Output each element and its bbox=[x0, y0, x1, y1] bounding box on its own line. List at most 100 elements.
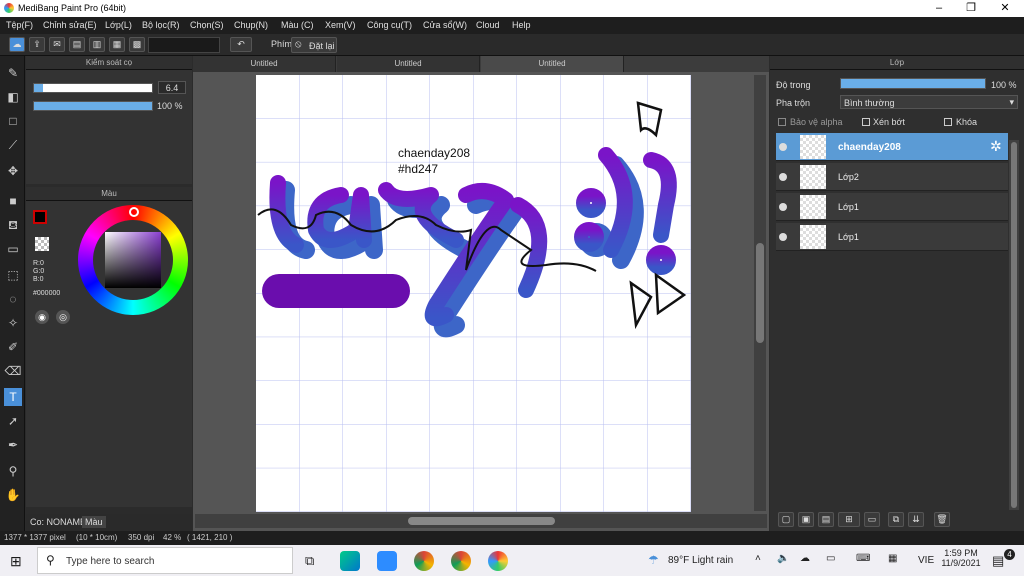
search-box[interactable]: ⚲ Type here to search bbox=[37, 547, 293, 574]
brush-tool-icon[interactable]: ✎ bbox=[4, 64, 22, 82]
menu-window[interactable]: Cửa sổ(W) bbox=[423, 20, 467, 30]
comment-icon[interactable]: ▤ bbox=[69, 37, 85, 52]
onedrive-icon[interactable]: ☁ bbox=[800, 553, 810, 564]
upload-icon[interactable]: ⇪ bbox=[29, 37, 45, 52]
text-tool-icon[interactable]: T bbox=[4, 388, 22, 406]
move-tool-icon[interactable]: ✥ bbox=[4, 162, 22, 180]
layer-scrollbar[interactable] bbox=[1009, 140, 1019, 510]
clock[interactable]: 1:59 PM 11/9/2021 bbox=[940, 548, 982, 568]
menu-layer[interactable]: Lớp(L) bbox=[105, 20, 132, 30]
clip-checkbox[interactable] bbox=[862, 118, 870, 126]
zoom-icon[interactable] bbox=[377, 551, 397, 571]
chevron-up-icon[interactable]: ˄ bbox=[755, 553, 761, 564]
layer-item[interactable]: Lớp2 bbox=[776, 163, 1008, 191]
palette-icon[interactable]: ◉ bbox=[35, 310, 49, 324]
select-rect-tool-icon[interactable]: ⬚ bbox=[4, 266, 22, 284]
magic-wand-tool-icon[interactable]: ✧ bbox=[4, 314, 22, 332]
menu-color[interactable]: Màu (C) bbox=[281, 20, 314, 30]
brush-size-value[interactable]: 6.4 bbox=[158, 81, 186, 94]
minimize-button[interactable]: – bbox=[924, 1, 954, 15]
document-icon[interactable]: ▥ bbox=[89, 37, 105, 52]
layer-item[interactable]: Lớp1 bbox=[776, 223, 1008, 251]
chat-icon[interactable]: ✉ bbox=[49, 37, 65, 52]
maximize-button[interactable]: ❐ bbox=[956, 1, 986, 15]
layout-icon[interactable]: ▩ bbox=[129, 37, 145, 52]
line-tool-icon[interactable]: ⟋ bbox=[4, 136, 22, 154]
layer-opacity-slider[interactable] bbox=[840, 78, 986, 89]
foreground-color-swatch[interactable] bbox=[33, 210, 47, 224]
fill-rect-tool-icon[interactable]: ■ bbox=[4, 192, 22, 210]
menu-snap[interactable]: Chụp(N) bbox=[234, 20, 268, 30]
menu-filter[interactable]: Bộ lọc(R) bbox=[142, 20, 180, 30]
eraser-tool-icon[interactable]: ◧ bbox=[4, 88, 22, 106]
dropper-tool-icon[interactable]: ⚲ bbox=[4, 462, 22, 480]
close-button[interactable]: ✕ bbox=[990, 1, 1020, 15]
new-halftone-layer-icon[interactable]: ▣ bbox=[798, 512, 814, 527]
gradient-tool-icon[interactable]: ▭ bbox=[4, 240, 22, 258]
windows-start-icon[interactable]: ⊞ bbox=[10, 553, 22, 570]
hue-wheel[interactable] bbox=[78, 205, 188, 315]
volume-icon[interactable]: 🔈 bbox=[777, 553, 789, 564]
gear-icon[interactable]: ✲ bbox=[990, 138, 1002, 155]
transparent-swatch[interactable] bbox=[35, 237, 49, 251]
duplicate-layer-icon[interactable]: ⧉ bbox=[888, 512, 904, 527]
select-pen-tool-icon[interactable]: ✐ bbox=[4, 338, 22, 356]
layer-item[interactable]: Lớp1 bbox=[776, 193, 1008, 221]
folder-icon[interactable]: ▭ bbox=[864, 512, 880, 527]
operation-tool-icon[interactable]: ➚ bbox=[4, 412, 22, 430]
medibang-icon[interactable] bbox=[488, 551, 508, 571]
vertical-scroll-thumb[interactable] bbox=[756, 243, 764, 343]
vertical-scrollbar[interactable] bbox=[754, 75, 766, 511]
visibility-eye-icon[interactable] bbox=[779, 203, 787, 211]
edge-icon[interactable] bbox=[340, 551, 360, 571]
undo-icon[interactable]: ↶ bbox=[230, 37, 252, 52]
brush-size-slider[interactable] bbox=[33, 83, 153, 93]
visibility-eye-icon[interactable] bbox=[779, 233, 787, 241]
tab-untitled-1[interactable]: Untitled bbox=[193, 56, 336, 72]
menu-tools[interactable]: Công cụ(T) bbox=[367, 20, 412, 30]
menu-view[interactable]: Xem(V) bbox=[325, 20, 356, 30]
horizontal-scrollbar[interactable] bbox=[195, 514, 767, 528]
tab-untitled-3[interactable]: Untitled bbox=[481, 56, 624, 72]
brush-opacity-slider[interactable] bbox=[33, 101, 153, 111]
merge-layer-icon[interactable]: ⇊ bbox=[908, 512, 924, 527]
lock-checkbox[interactable] bbox=[944, 118, 952, 126]
cloud-icon[interactable]: ☁ bbox=[9, 37, 25, 52]
network-icon[interactable]: ▭ bbox=[826, 553, 835, 564]
task-view-icon[interactable]: ⧉ bbox=[305, 553, 314, 569]
menu-select[interactable]: Chọn(S) bbox=[190, 20, 224, 30]
drawing-canvas[interactable]: chaenday208 #hd247 bbox=[256, 75, 691, 512]
layer-item[interactable]: chaenday208 ✲ bbox=[776, 133, 1008, 161]
lasso-tool-icon[interactable]: ◌ bbox=[4, 290, 22, 308]
menu-cloud[interactable]: Cloud bbox=[476, 20, 500, 30]
new-layer-icon[interactable]: ▢ bbox=[778, 512, 794, 527]
hand-tool-icon[interactable]: ✋ bbox=[4, 486, 22, 504]
notification-icon[interactable]: ▤ bbox=[992, 553, 1004, 569]
menu-file[interactable]: Tệp(F) bbox=[6, 20, 33, 30]
tab-untitled-2[interactable]: Untitled bbox=[337, 56, 480, 72]
protect-alpha-checkbox[interactable] bbox=[778, 118, 786, 126]
ime-icon[interactable]: ▦ bbox=[888, 553, 897, 564]
blend-mode-select[interactable]: Bình thường ▾ bbox=[840, 95, 1018, 109]
visibility-eye-icon[interactable] bbox=[779, 173, 787, 181]
add-layer-menu-icon[interactable]: ⊞ bbox=[838, 512, 860, 527]
palette-settings-icon[interactable]: ◎ bbox=[56, 310, 70, 324]
chrome-icon[interactable] bbox=[451, 551, 471, 571]
hue-handle[interactable] bbox=[129, 207, 139, 217]
weather-text[interactable]: 89°F Light rain bbox=[668, 555, 733, 566]
horizontal-scroll-thumb[interactable] bbox=[408, 517, 555, 525]
new-8bit-layer-icon[interactable]: ▤ bbox=[818, 512, 834, 527]
grid-icon[interactable]: ▦ bbox=[109, 37, 125, 52]
rectangle-tool-icon[interactable]: □ bbox=[4, 112, 22, 130]
chrome-icon[interactable] bbox=[414, 551, 434, 571]
visibility-eye-icon[interactable] bbox=[779, 143, 787, 151]
keyboard-icon[interactable]: ⌨ bbox=[856, 553, 870, 564]
color-tab[interactable]: Màu bbox=[82, 516, 106, 528]
menu-edit[interactable]: Chỉnh sửa(E) bbox=[43, 20, 97, 30]
language-indicator[interactable]: VIE bbox=[918, 555, 934, 566]
eyedropper-tool-icon[interactable]: ✒ bbox=[4, 436, 22, 454]
menu-help[interactable]: Help bbox=[512, 20, 531, 30]
saturation-value-square[interactable] bbox=[105, 232, 161, 288]
delete-layer-icon[interactable]: 🗑 bbox=[934, 512, 950, 527]
reset-button[interactable]: ⦸ Đặt lại bbox=[291, 37, 337, 53]
